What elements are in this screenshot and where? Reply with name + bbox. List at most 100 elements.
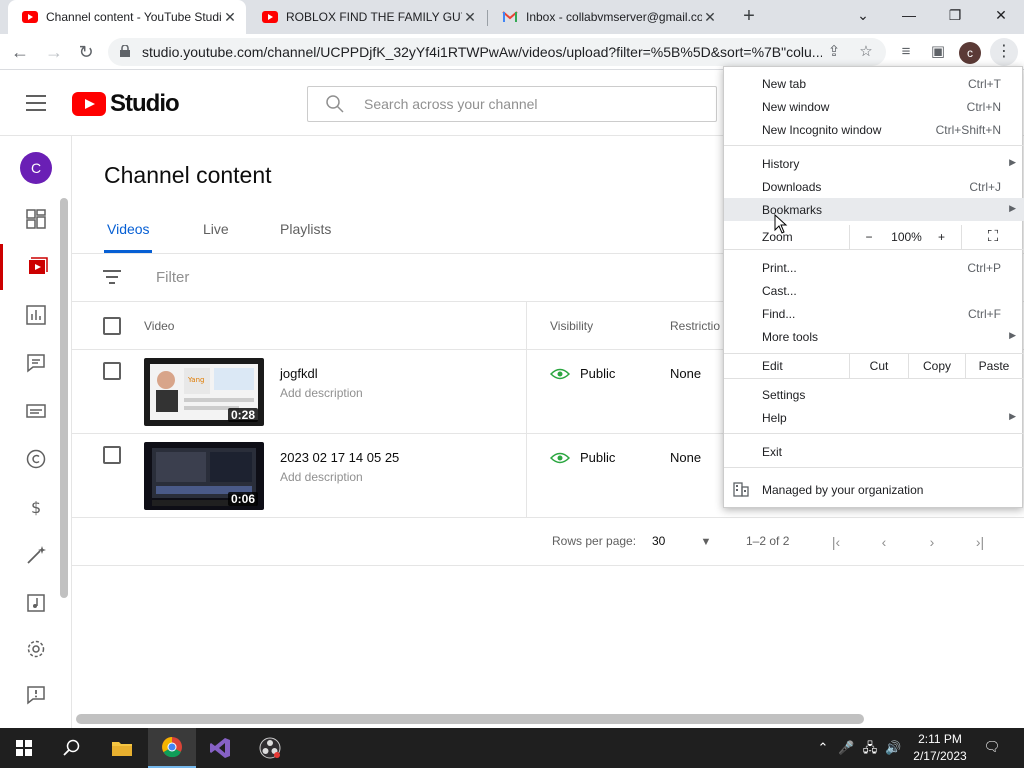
forward-arrow-icon[interactable]: →: [42, 40, 66, 64]
channel-search-box[interactable]: Search across your channel: [307, 86, 717, 122]
zoom-out-button[interactable]: −: [854, 225, 884, 249]
chrome-menu-button[interactable]: ⋮: [990, 38, 1018, 66]
visibility-cell[interactable]: Public: [550, 450, 615, 465]
address-bar[interactable]: studio.youtube.com/channel/UCPPDjfK_32yY…: [108, 38, 886, 66]
menu-settings[interactable]: Settings: [724, 383, 1024, 406]
menu-bookmarks[interactable]: Bookmarks ▶: [724, 198, 1024, 221]
last-page-icon[interactable]: ›|: [968, 530, 992, 554]
video-duration: 0:06: [227, 492, 258, 506]
clock-date[interactable]: 2/17/2023: [910, 749, 970, 763]
video-title[interactable]: 2023 02 17 14 05 25: [280, 450, 399, 465]
menu-new-window[interactable]: New window Ctrl+N: [724, 95, 1024, 118]
nav-settings[interactable]: [0, 626, 72, 672]
video-thumbnail[interactable]: Yang 0:28: [144, 358, 264, 426]
menu-shortcut: Ctrl+P: [967, 261, 1001, 275]
microphone-icon[interactable]: 🎤: [838, 740, 854, 756]
tab-channel-content[interactable]: Channel content - YouTube Studio ✕: [8, 0, 246, 34]
network-icon[interactable]: 🖧: [862, 740, 878, 756]
media-queue-icon[interactable]: ≡: [896, 42, 916, 62]
close-window-button[interactable]: ✕: [978, 0, 1024, 30]
submenu-arrow-icon: ▶: [1009, 203, 1016, 213]
start-button[interactable]: [0, 728, 48, 768]
video-description[interactable]: Add description: [280, 386, 363, 400]
copy-button[interactable]: Copy: [909, 354, 965, 378]
comments-icon: [27, 354, 45, 373]
back-arrow-icon[interactable]: ←: [8, 40, 32, 64]
windows-logo-icon: [16, 740, 32, 756]
taskbar-obs[interactable]: [246, 728, 294, 768]
fullscreen-icon[interactable]: ⛶: [979, 225, 1007, 249]
clock-time[interactable]: 2:11 PM: [910, 732, 970, 746]
paste-button[interactable]: Paste: [966, 354, 1022, 378]
menu-label: Bookmarks: [762, 203, 823, 217]
menu-more-tools[interactable]: More tools ▶: [724, 325, 1024, 348]
browser-tab-strip: Channel content - YouTube Studio ✕ ROBLO…: [0, 0, 1024, 34]
side-panel-icon[interactable]: ▣: [928, 42, 948, 62]
taskbar-file-explorer[interactable]: [98, 728, 146, 768]
new-tab-button[interactable]: +: [738, 4, 760, 28]
menu-help[interactable]: Help ▶: [724, 406, 1024, 429]
hamburger-menu-icon[interactable]: [26, 95, 46, 111]
tab-roblox[interactable]: ROBLOX FIND THE FAMILY GUY... ✕: [248, 0, 486, 34]
notifications-icon[interactable]: 🗨: [983, 739, 1001, 757]
menu-shortcut: Ctrl+T: [968, 77, 1001, 91]
menu-label: Cast...: [762, 284, 797, 298]
minimize-button[interactable]: —: [886, 0, 932, 30]
video-title[interactable]: jogfkdl: [280, 366, 318, 381]
menu-label: History: [762, 157, 800, 171]
menu-managed-by-org[interactable]: Managed by your organization: [724, 478, 1024, 501]
select-all-checkbox[interactable]: [103, 317, 121, 335]
tab-search-chevron-icon[interactable]: ⌄: [840, 0, 886, 30]
menu-cast[interactable]: Cast...: [724, 279, 1024, 302]
video-thumbnail[interactable]: 0:06: [144, 442, 264, 510]
menu-downloads[interactable]: Downloads Ctrl+J: [724, 175, 1024, 198]
tab-gmail[interactable]: Inbox - collabvmserver@gmail.com ✕: [488, 0, 726, 34]
menu-print[interactable]: Print... Ctrl+P: [724, 256, 1024, 279]
reload-icon[interactable]: ↻: [74, 40, 98, 64]
tab-live[interactable]: Live: [203, 221, 229, 237]
visibility-cell[interactable]: Public: [550, 366, 615, 381]
menu-history[interactable]: History ▶: [724, 152, 1024, 175]
rail-scrollbar[interactable]: [60, 198, 68, 598]
settings-gear-icon: [27, 640, 45, 658]
column-visibility[interactable]: Visibility: [550, 319, 593, 333]
horizontal-scrollbar[interactable]: [76, 714, 864, 724]
row-checkbox[interactable]: [103, 362, 121, 380]
close-tab-icon[interactable]: ✕: [462, 9, 478, 26]
rows-per-page-value[interactable]: 30: [652, 534, 665, 548]
close-tab-icon[interactable]: ✕: [702, 9, 718, 26]
menu-exit[interactable]: Exit: [724, 440, 1024, 463]
prev-page-icon[interactable]: ‹: [872, 530, 896, 554]
bookmark-star-icon[interactable]: ☆: [856, 42, 876, 62]
taskbar-visual-studio[interactable]: [196, 728, 244, 768]
rows-dropdown-arrow-icon[interactable]: ▼: [694, 530, 718, 554]
tab-title: Inbox - collabvmserver@gmail.com: [526, 10, 702, 24]
volume-icon[interactable]: 🔊: [885, 740, 901, 756]
nav-feedback[interactable]: [0, 672, 72, 718]
menu-label: More tools: [762, 330, 819, 344]
tab-videos[interactable]: Videos: [107, 221, 150, 237]
tray-overflow-chevron-icon[interactable]: ⌃: [815, 740, 831, 756]
next-page-icon[interactable]: ›: [920, 530, 944, 554]
menu-new-tab[interactable]: New tab Ctrl+T: [724, 72, 1024, 95]
close-tab-icon[interactable]: ✕: [222, 9, 238, 26]
tab-playlists[interactable]: Playlists: [280, 221, 331, 237]
share-icon[interactable]: ⇪: [824, 42, 844, 62]
taskbar-search[interactable]: [48, 728, 96, 768]
first-page-icon[interactable]: |‹: [824, 530, 848, 554]
filter-input[interactable]: Filter: [156, 269, 189, 286]
menu-new-incognito[interactable]: New Incognito window Ctrl+Shift+N: [724, 118, 1024, 141]
row-checkbox[interactable]: [103, 446, 121, 464]
studio-logo[interactable]: Studio: [72, 90, 180, 118]
taskbar-chrome[interactable]: [148, 728, 196, 768]
video-description[interactable]: Add description: [280, 470, 363, 484]
restore-button[interactable]: ❐: [932, 0, 978, 30]
column-video[interactable]: Video: [144, 319, 174, 333]
menu-find[interactable]: Find... Ctrl+F: [724, 302, 1024, 325]
zoom-in-button[interactable]: +: [929, 225, 954, 249]
column-restrictions[interactable]: Restrictio: [670, 319, 720, 333]
menu-label: Managed by your organization: [762, 483, 924, 497]
channel-avatar[interactable]: C: [20, 152, 52, 184]
cut-button[interactable]: Cut: [850, 354, 908, 378]
profile-avatar[interactable]: c: [959, 42, 981, 64]
